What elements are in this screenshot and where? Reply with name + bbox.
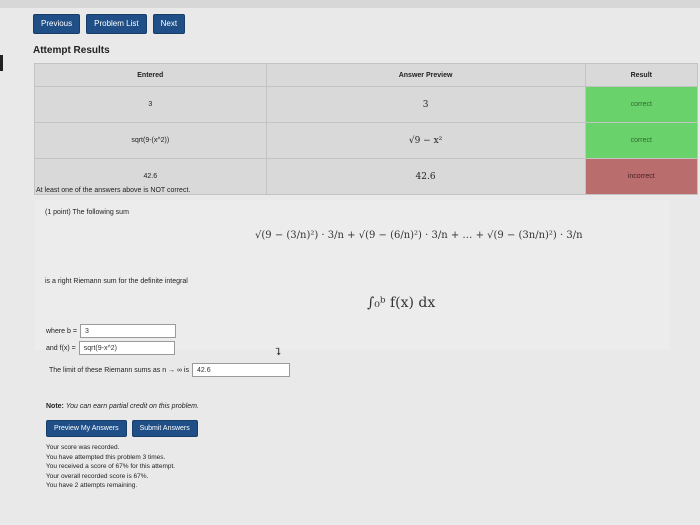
status-line: You have attempted this problem 3 times.	[46, 453, 166, 461]
note-label: Note:	[46, 403, 64, 410]
left-edge-marker	[0, 55, 3, 71]
f-input[interactable]: sqrt(9-x^2)	[78, 341, 175, 355]
riemann-description: is a right Riemann sum for the definite …	[45, 278, 188, 285]
status-line: Your overall recorded score is 67%.	[46, 472, 149, 480]
result-cell-correct: correct	[584, 86, 699, 123]
b-input[interactable]: 3	[79, 324, 176, 338]
b-answer-row: where b = 3	[46, 324, 176, 338]
problem-list-button[interactable]: Problem List	[86, 14, 147, 34]
riemann-sum-formula: √(9 − (3/n)²) · 3/n + √(9 − (6/n)²) · 3/…	[255, 230, 583, 241]
status-line: You received a score of 67% for this att…	[46, 463, 176, 470]
result-cell-incorrect: incorrect	[584, 158, 699, 195]
header-result: Result	[584, 63, 699, 87]
preview-cell: √9 − x²	[265, 122, 586, 159]
preview-answers-button[interactable]: Preview My Answers	[46, 420, 127, 437]
top-banner	[0, 0, 700, 8]
previous-button[interactable]: Previous	[33, 14, 81, 34]
problem-heading: (1 point) The following sum	[45, 209, 129, 216]
note-text: You can earn partial credit on this prob…	[65, 403, 199, 410]
partial-credit-note: Note: You can earn partial credit on thi…	[46, 403, 199, 410]
mouse-cursor-icon: ⮧	[275, 347, 281, 358]
next-button[interactable]: Next	[152, 14, 186, 34]
score-status: Your score was recorded. You have attemp…	[46, 443, 175, 491]
header-entered: Entered	[34, 63, 267, 87]
f-label: and f(x) =	[46, 344, 76, 352]
status-line: You have 2 attempts remaining.	[46, 482, 138, 489]
table-row: sqrt(9-(x^2)) √9 − x² correct	[34, 122, 699, 159]
result-cell-correct: correct	[584, 122, 699, 159]
status-line: Your score was recorded.	[46, 444, 120, 451]
entered-cell: sqrt(9-(x^2))	[34, 122, 267, 159]
b-label: where b =	[46, 327, 77, 335]
limit-input[interactable]: 42.6	[191, 363, 290, 377]
attempt-results-title: Attempt Results	[33, 45, 110, 56]
answer-buttons: Preview My Answers Submit Answers	[46, 420, 198, 437]
preview-cell: 42.6	[265, 158, 586, 195]
problem-nav: Previous Problem List Next	[33, 14, 186, 34]
definite-integral: ∫₀ᵇ f(x) dx	[367, 295, 436, 311]
not-correct-message: At least one of the answers above is NOT…	[36, 187, 191, 194]
header-answer-preview: Answer Preview	[265, 63, 586, 87]
f-answer-row: and f(x) = sqrt(9-x^2)	[46, 341, 175, 355]
table-row: 3 3 correct	[34, 86, 699, 123]
table-header-row: Entered Answer Preview Result	[34, 63, 699, 87]
limit-answer-row: The limit of these Riemann sums as n → ∞…	[49, 363, 290, 377]
attempt-results-table: Entered Answer Preview Result 3 3 correc…	[34, 63, 699, 195]
limit-label: The limit of these Riemann sums as n → ∞…	[49, 366, 189, 374]
preview-cell: 3	[265, 86, 586, 123]
submit-answers-button[interactable]: Submit Answers	[131, 420, 198, 437]
entered-cell: 3	[34, 86, 267, 123]
